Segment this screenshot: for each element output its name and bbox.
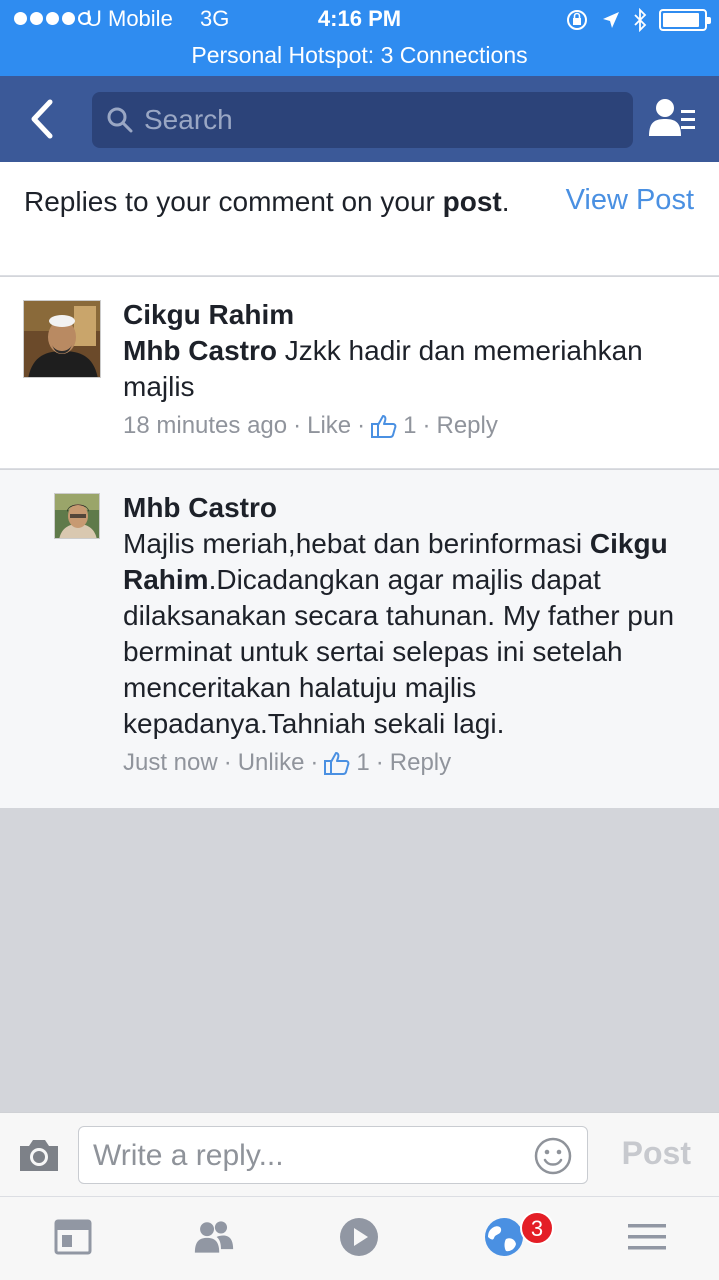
mention-link[interactable]: Mhb Castro	[123, 335, 277, 366]
like-count[interactable]: 1	[403, 411, 416, 441]
header-title: Replies to your comment on your post.	[24, 186, 510, 217]
thumbs-up-icon	[324, 752, 350, 775]
comment-meta: 18 minutes ago · Like · 1 · Reply	[123, 411, 498, 441]
reply-button[interactable]: Reply	[390, 748, 451, 778]
navigation-bar	[0, 76, 719, 162]
location-arrow-icon	[603, 12, 619, 28]
reply-input[interactable]	[93, 1137, 523, 1175]
like-button[interactable]: Like	[307, 411, 351, 441]
view-post-link[interactable]: View Post	[566, 184, 694, 217]
comment-author[interactable]: Mhb Castro	[123, 490, 703, 526]
reply-input-box[interactable]	[78, 1126, 588, 1184]
thumbs-up-icon	[371, 415, 397, 438]
emoji-icon[interactable]	[533, 1136, 573, 1176]
camera-icon[interactable]	[18, 1137, 60, 1173]
tab-bar: 3	[0, 1196, 719, 1280]
comment-text: Mhb Castro Jzkk hadir dan memeriahkan ma…	[123, 335, 643, 402]
notification-badge: 3	[520, 1211, 554, 1245]
search-bar[interactable]	[92, 92, 633, 148]
avatar[interactable]	[54, 493, 100, 539]
back-arrow-icon[interactable]	[22, 94, 62, 144]
bluetooth-icon	[634, 8, 647, 32]
reply-button[interactable]: Reply	[437, 411, 498, 441]
search-input[interactable]	[144, 104, 624, 136]
comment-author[interactable]: Cikgu Rahim	[123, 297, 693, 333]
search-icon	[107, 107, 133, 133]
comment: Cikgu Rahim Mhb Castro Jzkk hadir dan me…	[0, 277, 719, 469]
avatar[interactable]	[23, 300, 101, 378]
hotspot-banner[interactable]: Personal Hotspot: 3 Connections	[0, 42, 719, 69]
like-count[interactable]: 1	[356, 748, 369, 778]
comment-text: Majlis meriah,hebat dan berinformasi Cik…	[123, 528, 675, 739]
friend-requests-icon[interactable]	[647, 94, 697, 144]
friends-icon[interactable]	[194, 1217, 234, 1257]
menu-icon[interactable]	[627, 1217, 667, 1257]
unlike-button[interactable]: Unlike	[238, 748, 305, 778]
notifications-globe-icon[interactable]	[484, 1217, 524, 1257]
news-feed-icon[interactable]	[53, 1217, 93, 1257]
comment-time[interactable]: Just now	[123, 748, 218, 778]
post-button[interactable]: Post	[622, 1135, 691, 1172]
rotation-lock-icon	[567, 10, 587, 30]
status-bar: U Mobile 3G 4:16 PM Personal Hotspot: 3 …	[0, 0, 719, 76]
comment-reply: Mhb Castro Majlis meriah,hebat dan berin…	[0, 470, 719, 808]
video-play-icon[interactable]	[339, 1217, 379, 1257]
replies-header: Replies to your comment on your post. Vi…	[0, 162, 719, 276]
reply-composer: Post	[0, 1112, 719, 1196]
comment-meta: Just now · Unlike · 1 · Reply	[123, 748, 452, 778]
battery-icon	[659, 9, 711, 31]
comment-time[interactable]: 18 minutes ago	[123, 411, 287, 441]
